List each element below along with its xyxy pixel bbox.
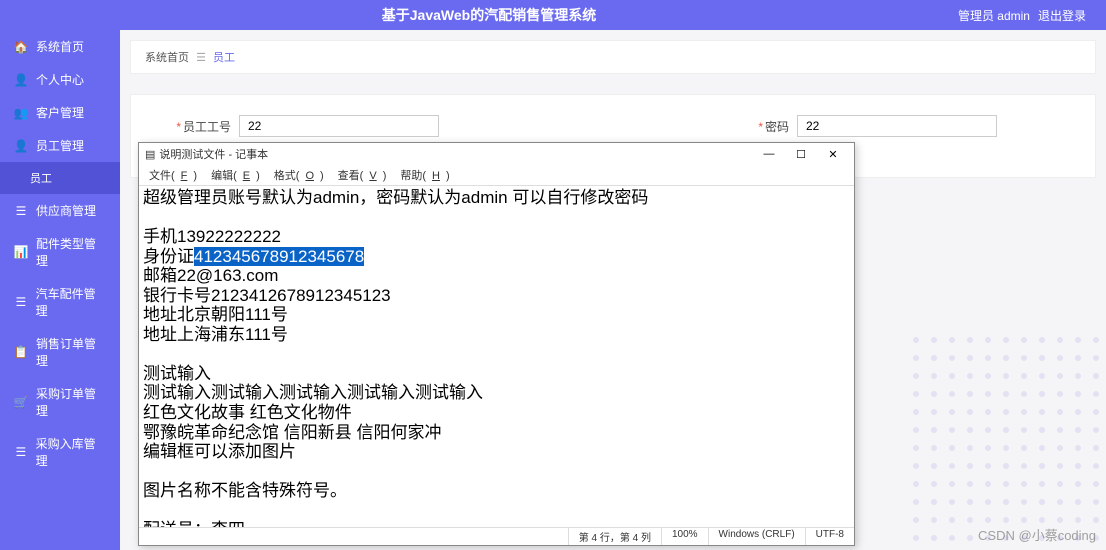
status-zoom: 100% — [661, 528, 708, 545]
user-label: 管理员 admin — [958, 7, 1030, 24]
sidebar-item-stock-in[interactable]: ☰采购入库管理 — [0, 427, 120, 477]
sidebar-item-supplier[interactable]: ☰供应商管理 — [0, 194, 120, 227]
status-crlf: Windows (CRLF) — [708, 528, 805, 545]
notepad-body[interactable]: 超级管理员账号默认为admin，密码默认为admin 可以自行修改密码 手机13… — [139, 186, 854, 527]
list-icon: ☰ — [14, 204, 28, 218]
status-enc: UTF-8 — [805, 528, 854, 545]
staff-id-label: *员工工号 — [171, 118, 231, 135]
menu-file[interactable]: 文件(F) — [143, 166, 203, 184]
notepad-menu: 文件(F) 编辑(E) 格式(O) 查看(V) 帮助(H) — [139, 165, 854, 186]
sidebar: 🏠系统首页 👤个人中心 👥客户管理 👤员工管理 员工 ☰供应商管理 📊配件类型管… — [0, 30, 120, 550]
sidebar-item-part-type[interactable]: 📊配件类型管理 — [0, 227, 120, 277]
notepad-title: 说明测试文件 - 记事本 — [159, 146, 268, 162]
cart-icon: 🛒 — [14, 395, 28, 409]
user-icon: 👤 — [14, 73, 28, 87]
logout-link[interactable]: 退出登录 — [1038, 7, 1086, 24]
home-icon: 🏠 — [14, 40, 28, 54]
sidebar-item-profile[interactable]: 👤个人中心 — [0, 63, 120, 96]
sidebar-item-staff-sub[interactable]: 员工 — [0, 162, 120, 194]
password-input[interactable] — [797, 115, 997, 137]
sidebar-item-car-parts[interactable]: ☰汽车配件管理 — [0, 277, 120, 327]
close-icon[interactable]: ✕ — [818, 145, 848, 163]
sidebar-item-staff[interactable]: 👤员工管理 — [0, 129, 120, 162]
notepad-titlebar[interactable]: ▤ 说明测试文件 - 记事本 — ☐ ✕ — [139, 143, 854, 165]
menu-help[interactable]: 帮助(H) — [394, 166, 455, 184]
sidebar-item-customer[interactable]: 👥客户管理 — [0, 96, 120, 129]
menu-view[interactable]: 查看(V) — [332, 166, 393, 184]
list-icon: ☰ — [14, 295, 28, 309]
breadcrumb-current: 员工 — [213, 52, 235, 64]
clipboard-icon: 📋 — [14, 345, 28, 359]
sidebar-item-purchase-order[interactable]: 🛒采购订单管理 — [0, 377, 120, 427]
app-header: 基于JavaWeb的汽配销售管理系统 管理员 admin 退出登录 — [0, 0, 1106, 30]
breadcrumb-sep: ☰ — [196, 52, 206, 64]
staff-id-input[interactable] — [239, 115, 439, 137]
status-pos: 第 4 行，第 4 列 — [568, 528, 661, 545]
notepad-icon: ▤ — [145, 148, 155, 161]
app-title: 基于JavaWeb的汽配销售管理系统 — [20, 5, 958, 25]
notepad-window[interactable]: ▤ 说明测试文件 - 记事本 — ☐ ✕ 文件(F) 编辑(E) 格式(O) 查看… — [138, 142, 855, 546]
background-dots — [906, 330, 1106, 550]
notepad-statusbar: 第 4 行，第 4 列 100% Windows (CRLF) UTF-8 — [139, 527, 854, 545]
sidebar-item-sales-order[interactable]: 📋销售订单管理 — [0, 327, 120, 377]
breadcrumb-root[interactable]: 系统首页 — [145, 52, 189, 64]
breadcrumb: 系统首页 ☰ 员工 — [130, 40, 1096, 74]
menu-edit[interactable]: 编辑(E) — [205, 166, 266, 184]
password-label: *密码 — [729, 118, 789, 135]
chart-icon: 📊 — [14, 245, 28, 259]
list-icon: ☰ — [14, 445, 28, 459]
watermark: CSDN @小蔡coding — [978, 525, 1096, 544]
selected-text: 412345678912345678 — [194, 247, 364, 266]
sidebar-item-home[interactable]: 🏠系统首页 — [0, 30, 120, 63]
maximize-icon[interactable]: ☐ — [786, 145, 816, 163]
menu-format[interactable]: 格式(O) — [268, 166, 330, 184]
minimize-icon[interactable]: — — [754, 145, 784, 163]
users-icon: 👥 — [14, 106, 28, 120]
user-icon: 👤 — [14, 139, 28, 153]
